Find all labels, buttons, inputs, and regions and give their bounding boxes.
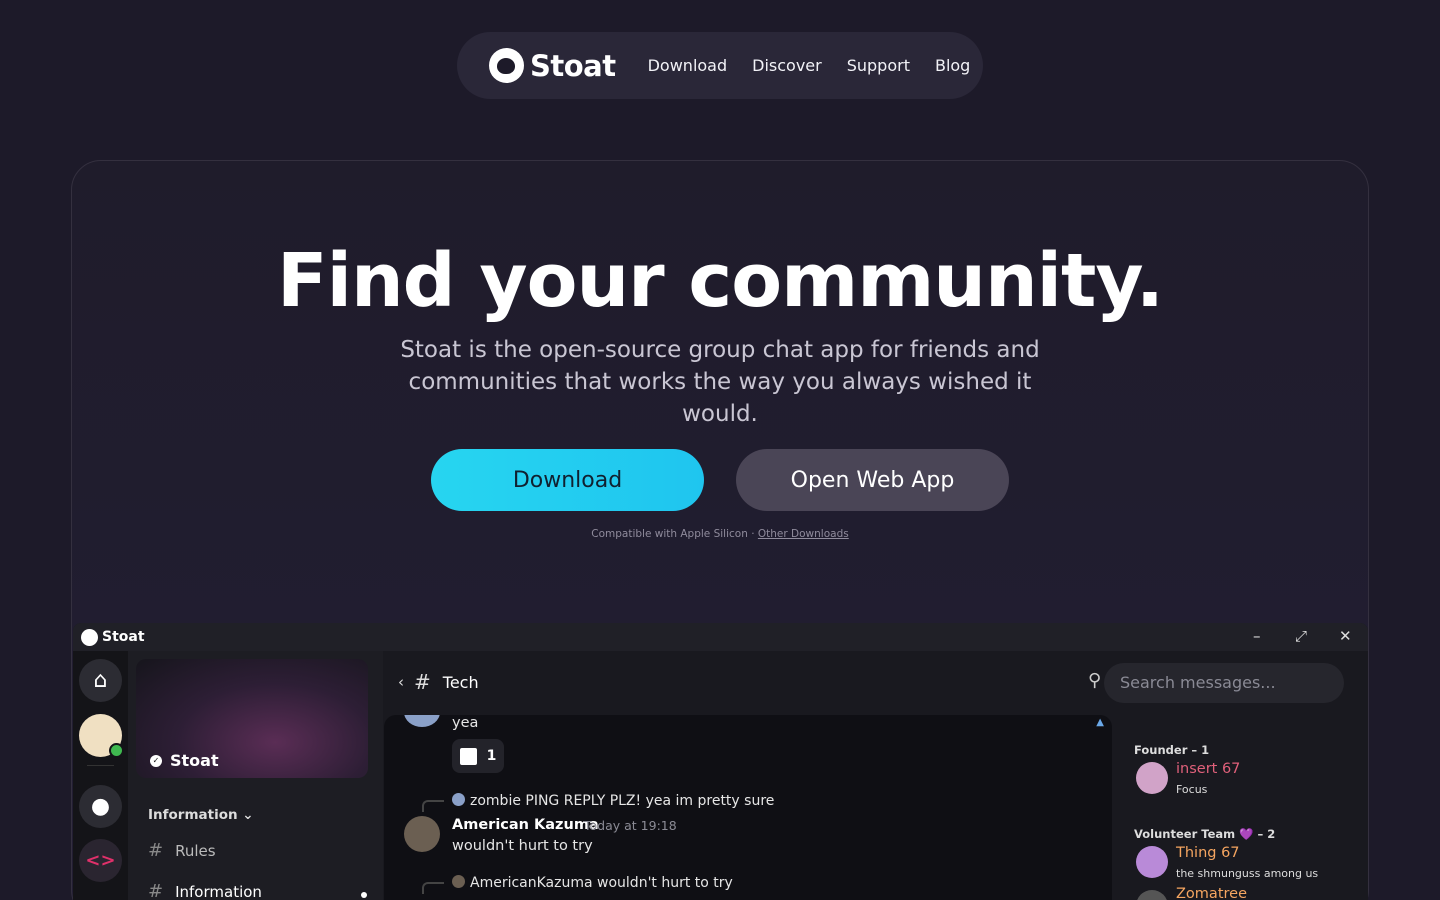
hash-icon: # [414, 670, 431, 694]
user-avatar[interactable] [79, 714, 124, 758]
stoat-server-icon[interactable]: ● [79, 785, 122, 828]
search-input[interactable]: Search messages... [1104, 663, 1344, 703]
member-status: the shmunguss among us [1176, 867, 1319, 880]
message-timestamp: Today at 19:18 [584, 818, 677, 833]
reply-preview[interactable]: AmericanKazuma wouldn't hurt to try [452, 875, 733, 891]
maximize-icon[interactable]: ⤢ [1295, 627, 1307, 645]
category-information[interactable]: Information ⌄ [148, 807, 254, 823]
nav-link-discover[interactable]: Discover [752, 56, 822, 75]
channel-header: ‹ # Tech ⚲ 👥 Search messages... [383, 651, 1368, 713]
channel-information[interactable]: # Information [148, 881, 262, 900]
server-sidebar: ⌂ ● <> [73, 651, 128, 900]
open-web-app-button[interactable]: Open Web App [736, 449, 1009, 511]
compat-text: Compatible with Apple Silicon · [591, 528, 758, 540]
hero-headline: Find your community. [277, 238, 1164, 324]
avatar[interactable] [1136, 890, 1168, 900]
reply-text: zombie PING REPLY PLZ! yea im pretty sur… [470, 793, 775, 809]
channel-label: Rules [175, 841, 216, 860]
message-author[interactable]: American Kazuma [452, 817, 599, 833]
message-list: ▲ yea 1 zombie PING REPLY PLZ! yea im pr… [384, 715, 1112, 900]
reply-text: AmericanKazuma wouldn't hurt to try [470, 875, 733, 891]
role-header: Volunteer Team 💜 – 2 [1134, 827, 1276, 841]
stoat-logo-icon [81, 628, 98, 646]
avatar[interactable] [1136, 762, 1168, 794]
nav-link-blog[interactable]: Blog [935, 56, 970, 75]
channel-title: Tech [442, 672, 479, 692]
hero-subhead: Stoat is the open-source group chat app … [400, 337, 1040, 427]
member-list: Founder – 1 insert 67 Focus Volunteer Te… [1118, 715, 1368, 900]
hash-icon: # [148, 840, 164, 861]
avatar [404, 715, 440, 727]
top-nav: Stoat Download Discover Support Blog [457, 32, 983, 99]
scroll-up-icon[interactable]: ▲ [1096, 717, 1104, 728]
minimize-icon[interactable]: – [1253, 627, 1261, 645]
channel-sidebar: ✓ Stoat Information ⌄ # Rules # Informatio… [128, 651, 383, 900]
server-divider [87, 765, 114, 766]
member-status: Focus [1176, 783, 1208, 796]
reply-connector [422, 800, 444, 812]
reaction-chip[interactable]: 1 [452, 739, 504, 773]
reply-avatar [452, 793, 465, 806]
avatar[interactable] [1136, 846, 1168, 878]
app-preview-window: Stoat – ⤢ ✕ ⌂ ● <> ✓ Stoat Information ⌄… [73, 623, 1368, 900]
message-text: wouldn't hurt to try [452, 838, 593, 854]
role-header: Founder – 1 [1134, 743, 1210, 757]
hash-icon: # [148, 881, 164, 900]
brand-name: Stoat [530, 48, 616, 83]
member-name[interactable]: insert 67 [1176, 761, 1240, 777]
channel-label: Information [175, 882, 262, 900]
category-label: Information [148, 807, 238, 823]
download-button[interactable]: Download [431, 449, 704, 511]
compat-note: Compatible with Apple Silicon · Other Do… [0, 528, 1440, 540]
nav-link-download[interactable]: Download [648, 56, 728, 75]
server-banner-label: Stoat [170, 751, 219, 770]
brand-logo[interactable]: Stoat [489, 48, 616, 83]
message-text: yea [452, 715, 479, 731]
channel-rules[interactable]: # Rules [148, 840, 216, 861]
avatar[interactable] [404, 816, 440, 852]
titlebar-brand: Stoat [81, 628, 145, 646]
nav-link-support[interactable]: Support [847, 56, 910, 75]
reaction-emoji-icon [459, 747, 477, 765]
code-server-icon[interactable]: <> [79, 839, 122, 882]
reply-preview[interactable]: zombie PING REPLY PLZ! yea im pretty sur… [452, 793, 774, 809]
back-chevron-icon[interactable]: ‹ [398, 673, 404, 691]
reply-connector [422, 882, 444, 894]
titlebar-title: Stoat [102, 629, 145, 645]
close-icon[interactable]: ✕ [1339, 627, 1352, 645]
member-name[interactable]: Thing 67 [1176, 845, 1240, 861]
pin-icon[interactable]: ⚲ [1088, 670, 1101, 691]
stoat-logo-icon [489, 48, 524, 83]
server-name: ✓ Stoat [150, 751, 219, 770]
home-icon[interactable]: ⌂ [79, 659, 122, 702]
other-downloads-link[interactable]: Other Downloads [758, 528, 849, 540]
unread-indicator [361, 892, 367, 898]
online-status-icon [109, 743, 124, 758]
window-titlebar: Stoat – ⤢ ✕ [73, 623, 1368, 651]
server-banner[interactable]: ✓ Stoat [136, 659, 368, 778]
verified-icon: ✓ [150, 754, 162, 767]
reaction-count: 1 [486, 748, 497, 764]
member-name[interactable]: Zomatree [1176, 886, 1247, 900]
reply-avatar [452, 875, 465, 888]
